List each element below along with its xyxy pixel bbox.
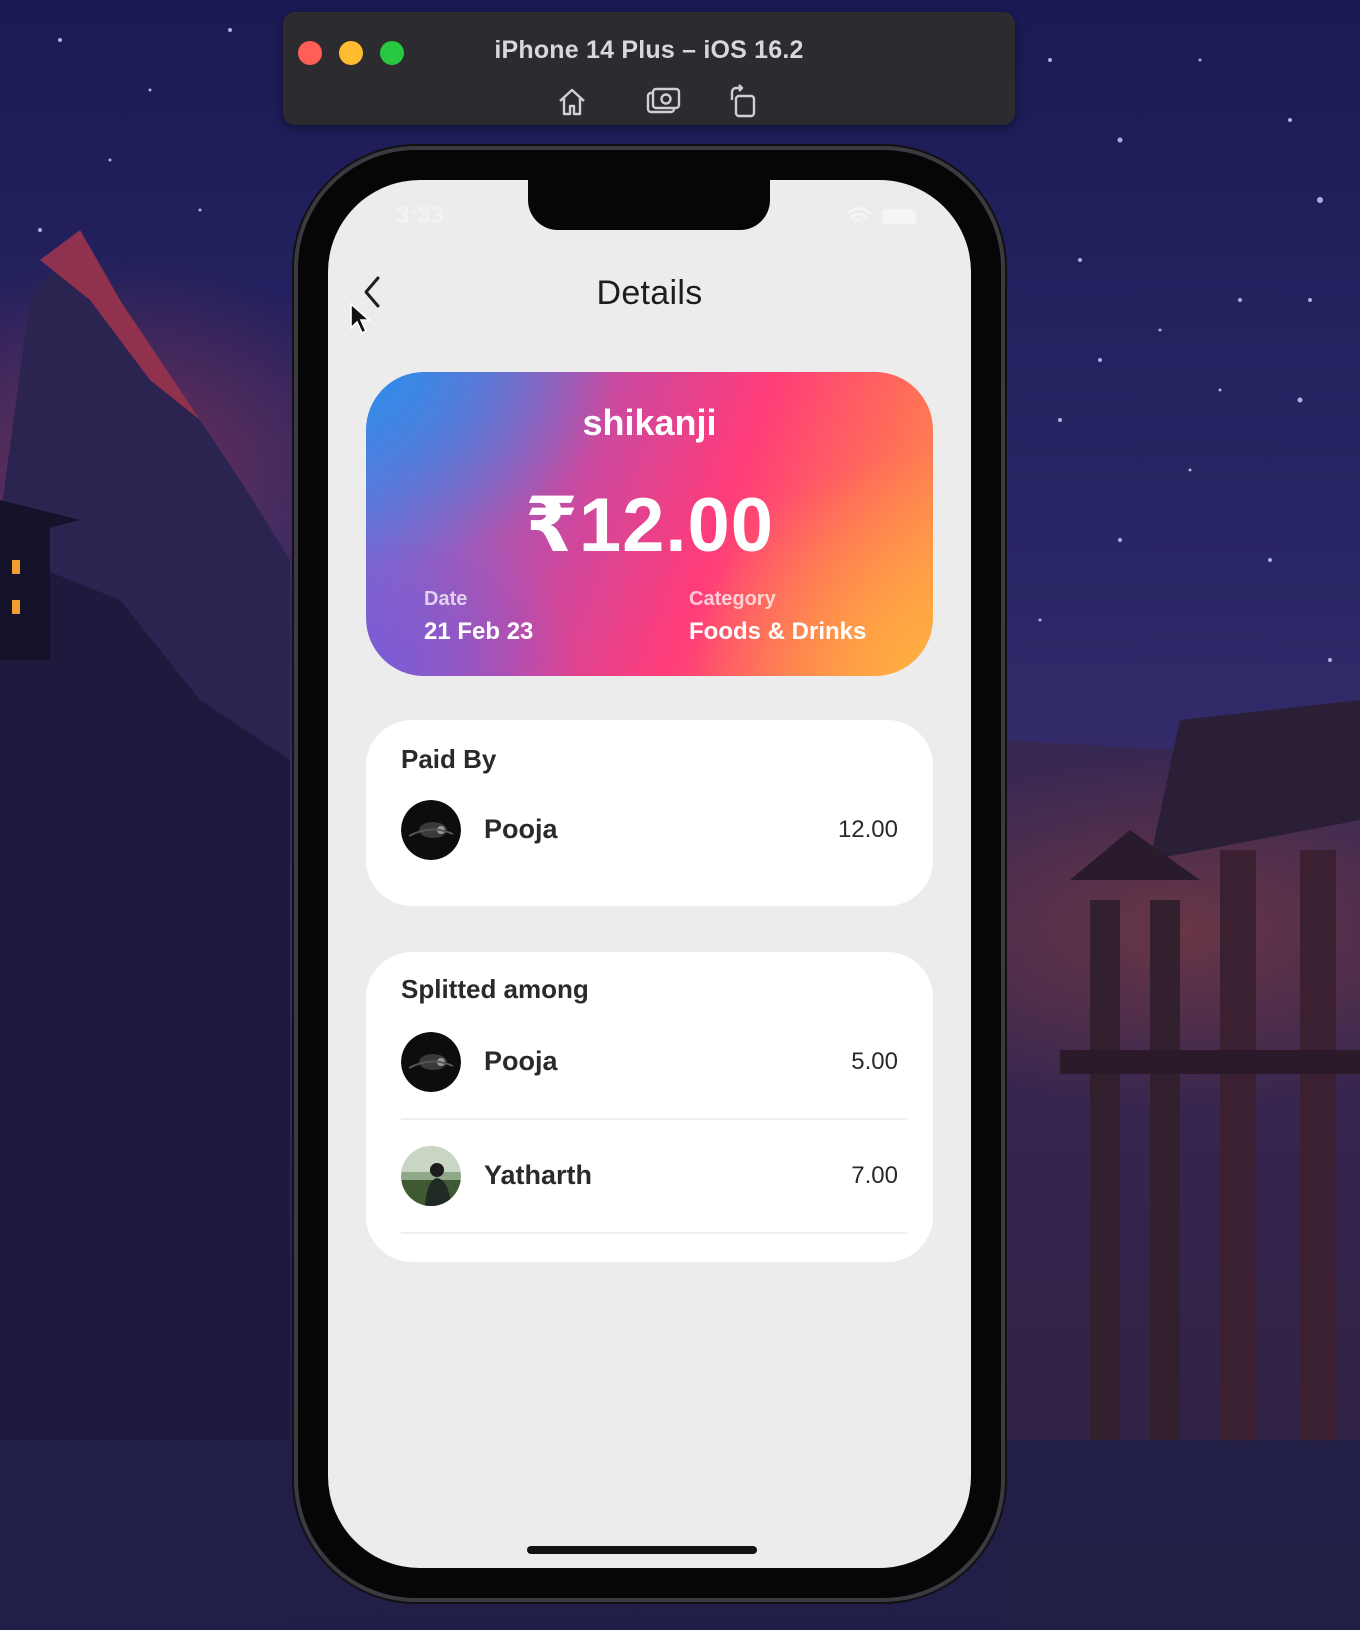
avatar [401, 1146, 461, 1206]
row-divider [401, 1118, 908, 1120]
row-divider [401, 1232, 908, 1234]
status-icons [846, 206, 916, 226]
app-screen: 3:33 Details shikanji ₹12.00 Date 21 Feb… [328, 180, 971, 1568]
expense-amount: ₹12.00 [524, 483, 775, 568]
splitted-among-title: Splitted among [401, 974, 589, 1004]
home-indicator[interactable] [527, 1546, 757, 1554]
rotate-icon[interactable] [726, 84, 762, 120]
category-label: Category [689, 588, 776, 610]
date-label: Date [424, 588, 468, 610]
split-row-yatharth[interactable]: Yatharth 7.00 [401, 1146, 898, 1206]
page-title: Details [596, 274, 703, 312]
paid-by-card: Paid By Pooja 12.00 [366, 720, 933, 906]
wifi-icon [846, 207, 872, 223]
split-member-amount: 5.00 [851, 1048, 898, 1075]
payer-amount: 12.00 [837, 816, 898, 843]
split-member-name: Yatharth [484, 1160, 593, 1190]
split-row-pooja[interactable]: Pooja 5.00 [401, 1032, 898, 1092]
date-value: 21 Feb 23 [424, 618, 534, 645]
simulator-title-bar: iPhone 14 Plus – iOS 16.2 [283, 12, 1015, 125]
expense-name: shikanji [582, 402, 717, 443]
split-member-amount: 7.00 [851, 1162, 898, 1189]
simulator-title: iPhone 14 Plus – iOS 16.2 [494, 36, 804, 64]
battery-icon [882, 208, 916, 224]
iphone-device: 3:33 Details shikanji ₹12.00 Date 21 Feb… [298, 150, 1001, 1598]
avatar [401, 1032, 461, 1092]
expense-summary-card: shikanji ₹12.00 Date 21 Feb 23 Category … [366, 372, 933, 676]
payer-name: Pooja [484, 814, 558, 844]
home-icon[interactable] [554, 84, 590, 120]
status-time: 3:33 [396, 202, 445, 229]
payer-row[interactable]: Pooja 12.00 [401, 800, 898, 860]
splitted-among-card: Splitted among Pooja 5.00 Yatharth 7.00 [366, 952, 933, 1262]
paid-by-title: Paid By [401, 744, 497, 774]
screenshot-icon[interactable] [645, 84, 681, 120]
category-value: Foods & Drinks [689, 618, 867, 645]
split-member-name: Pooja [484, 1046, 558, 1076]
avatar [401, 800, 461, 860]
device-notch [528, 180, 770, 230]
